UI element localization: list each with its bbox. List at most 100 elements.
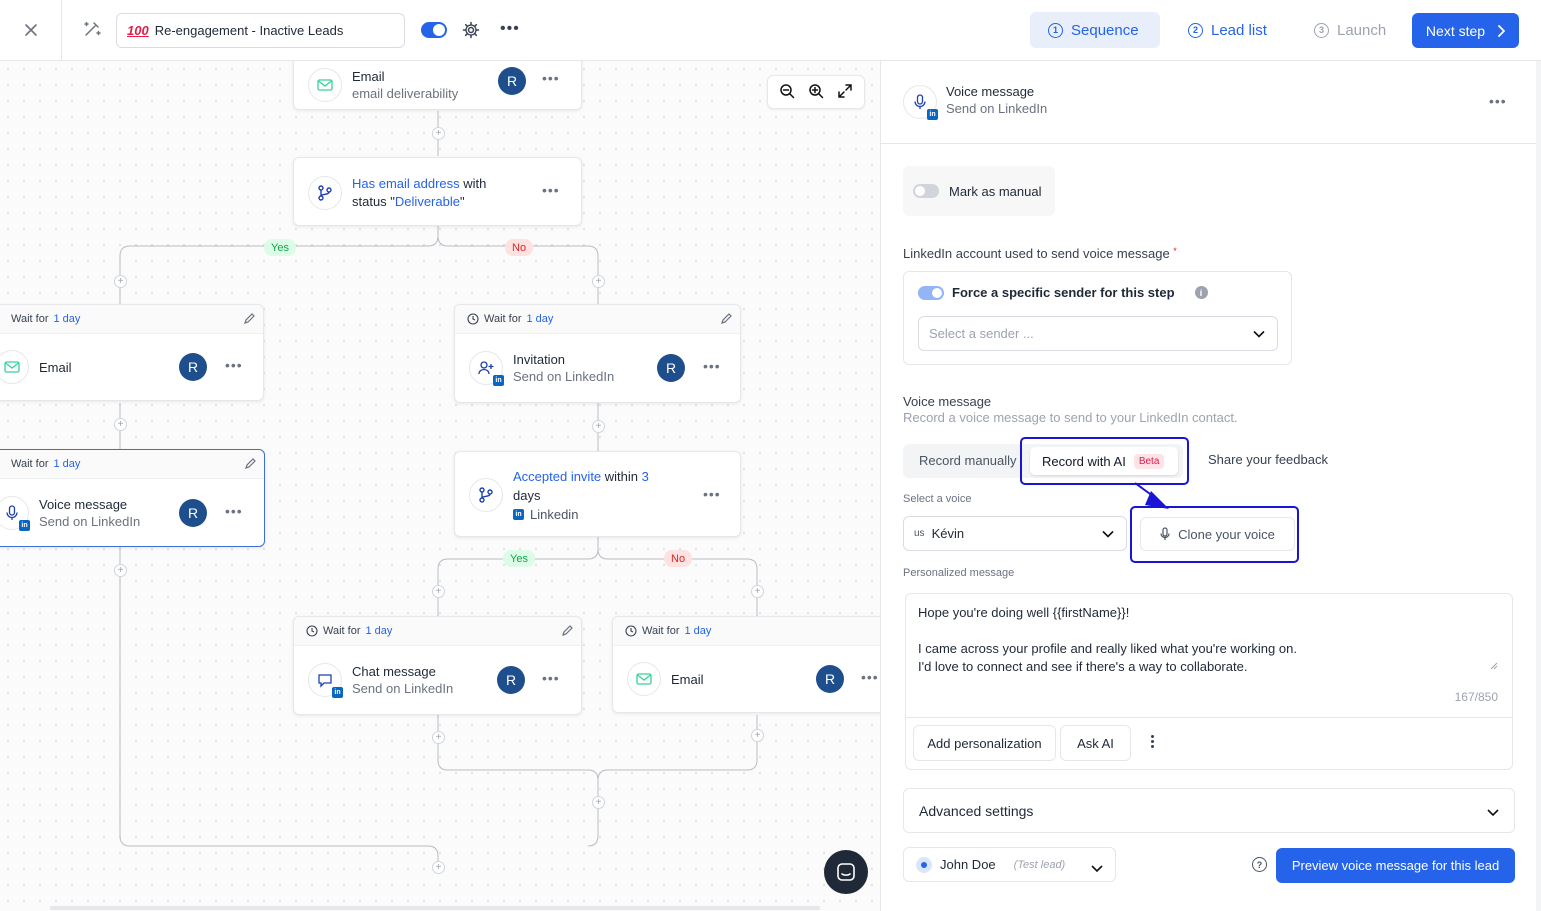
vertical-scrollbar[interactable]: [1536, 61, 1541, 911]
step-sequence[interactable]: 1 Sequence: [1030, 12, 1160, 48]
condition-text: ": [459, 193, 465, 209]
node-more-icon[interactable]: •••: [703, 486, 721, 502]
step-number: 3: [1314, 22, 1329, 38]
toggle-switch[interactable]: [913, 184, 939, 198]
test-lead-select[interactable]: John Doe (Test lead): [903, 847, 1116, 882]
message-toolbar: Add personalization Ask AI: [906, 717, 1512, 769]
node-subtitle: Send on LinkedIn: [352, 681, 454, 696]
node-more-icon[interactable]: •••: [861, 669, 879, 685]
mark-manual-toggle[interactable]: Mark as manual: [903, 166, 1055, 216]
message-textarea[interactable]: Hope you're doing well {{firstName}}! I …: [918, 604, 1297, 676]
condition-value: Deliverable: [394, 193, 460, 209]
help-icon[interactable]: ?: [1252, 857, 1267, 872]
next-step-button[interactable]: Next step: [1412, 13, 1519, 48]
email-node[interactable]: Wait for 1 day Email R •••: [0, 304, 264, 401]
message-editor[interactable]: Hope you're doing well {{firstName}}! I …: [905, 593, 1513, 770]
node-title: Email: [39, 359, 72, 375]
zoom-in-icon[interactable]: [808, 83, 824, 102]
email-deliverability-node[interactable]: Email email deliverability R •••: [293, 61, 582, 110]
magic-wand-icon[interactable]: [82, 19, 102, 42]
wait-prefix: Wait for: [323, 625, 361, 637]
yes-badge: Yes: [264, 239, 296, 256]
condition-accepted-invite-node[interactable]: Accepted invite within 3 days in Linkedin…: [454, 451, 741, 537]
channel-label: Linkedin: [530, 506, 579, 522]
sequence-canvas[interactable]: Email email deliverability R ••• + Has em…: [0, 61, 880, 911]
highlight-box: [1130, 506, 1299, 563]
horizontal-scrollbar[interactable]: [50, 906, 820, 910]
resize-handle-icon[interactable]: [1490, 662, 1498, 670]
step-lead-list[interactable]: 2 Lead list: [1170, 12, 1290, 48]
gear-icon[interactable]: [462, 21, 480, 42]
chat-message-node[interactable]: Wait for 1 day in Chat message Send on Lin…: [293, 616, 582, 715]
node-more-icon[interactable]: •••: [225, 503, 243, 519]
invitation-node[interactable]: Wait for 1 day in Invitation Send on Linke…: [454, 304, 741, 403]
more-options-icon[interactable]: •••: [500, 20, 520, 38]
no-badge: No: [664, 550, 693, 567]
pencil-icon[interactable]: [561, 625, 573, 640]
add-step-button[interactable]: +: [114, 564, 127, 577]
condition-text: within: [601, 468, 642, 484]
add-step-button[interactable]: +: [751, 585, 764, 598]
email-node-right[interactable]: Wait for 1 day Email R •••: [612, 616, 880, 713]
fit-screen-icon[interactable]: [837, 83, 853, 102]
wait-duration: 1 day: [365, 625, 393, 637]
mark-manual-label: Mark as manual: [949, 183, 1042, 199]
next-step-label: Next step: [1425, 22, 1486, 39]
node-more-icon[interactable]: •••: [542, 70, 560, 86]
tab-record-manually[interactable]: Record manually: [919, 453, 1017, 468]
add-personalization-button[interactable]: Add personalization: [913, 725, 1056, 761]
chevron-down-icon: [1253, 326, 1265, 341]
condition-email-status-node[interactable]: Has email address with status "Deliverab…: [293, 157, 582, 226]
add-step-button[interactable]: +: [114, 275, 127, 288]
add-step-button[interactable]: +: [432, 731, 445, 744]
zoom-out-icon[interactable]: [779, 83, 795, 102]
step-launch[interactable]: 3 Launch: [1296, 12, 1406, 48]
force-sender-toggle[interactable]: [918, 285, 944, 300]
campaign-name: Re-engagement - Inactive Leads: [154, 23, 344, 38]
test-lead-tag: (Test lead): [1013, 858, 1066, 871]
add-step-button[interactable]: +: [114, 418, 127, 431]
advanced-settings-accordion[interactable]: Advanced settings: [903, 788, 1515, 833]
account-label: LinkedIn account used to send voice mess…: [903, 246, 1177, 261]
ask-ai-button[interactable]: Ask AI: [1060, 725, 1131, 761]
node-more-icon[interactable]: •••: [542, 182, 560, 198]
node-title: Chat message: [352, 664, 436, 679]
wait-duration: 1 day: [526, 313, 554, 325]
campaign-toggle[interactable]: [421, 22, 447, 38]
step-label: Launch: [1337, 21, 1387, 39]
add-step-button[interactable]: +: [592, 420, 605, 433]
force-sender-row[interactable]: Force a specific sender for this step i: [918, 285, 1208, 300]
pencil-icon[interactable]: [244, 458, 256, 473]
microphone-icon: in: [903, 85, 938, 120]
advanced-settings-label: Advanced settings: [919, 802, 1034, 819]
voice-description: Record a voice message to send to your L…: [903, 410, 1238, 425]
linkedin-badge-icon: in: [332, 687, 343, 698]
support-chat-button[interactable]: [824, 850, 868, 894]
add-step-button[interactable]: +: [432, 861, 445, 874]
pencil-icon[interactable]: [243, 313, 255, 328]
add-step-button[interactable]: +: [592, 275, 605, 288]
sender-select[interactable]: Select a sender ...: [918, 316, 1278, 351]
voice-heading: Voice message: [903, 394, 992, 409]
voice-select[interactable]: us Kévin: [903, 516, 1127, 551]
linkedin-badge-icon: in: [927, 109, 938, 120]
panel-more-icon[interactable]: •••: [1489, 93, 1507, 109]
node-more-icon[interactable]: •••: [225, 357, 243, 373]
node-more-icon[interactable]: •••: [542, 670, 560, 686]
preview-voice-button[interactable]: Preview voice message for this lead: [1276, 848, 1515, 883]
kebab-menu-icon[interactable]: [1151, 735, 1155, 748]
share-feedback-link[interactable]: Share your feedback: [1208, 452, 1328, 467]
add-step-button[interactable]: +: [432, 127, 445, 140]
email-icon: [627, 662, 661, 696]
add-step-button[interactable]: +: [592, 796, 605, 809]
add-step-button[interactable]: +: [432, 585, 445, 598]
microphone-icon: in: [0, 495, 30, 531]
voice-message-node[interactable]: Wait for 1 day in Voice message Send on Li…: [0, 449, 265, 547]
campaign-name-field[interactable]: 100 Re-engagement - Inactive Leads: [116, 13, 405, 48]
info-icon[interactable]: i: [1194, 286, 1208, 299]
close-icon[interactable]: [20, 19, 42, 41]
node-more-icon[interactable]: •••: [703, 358, 721, 374]
pencil-icon[interactable]: [720, 313, 732, 328]
add-step-button[interactable]: +: [751, 729, 764, 742]
chevron-down-icon: [1091, 861, 1103, 876]
